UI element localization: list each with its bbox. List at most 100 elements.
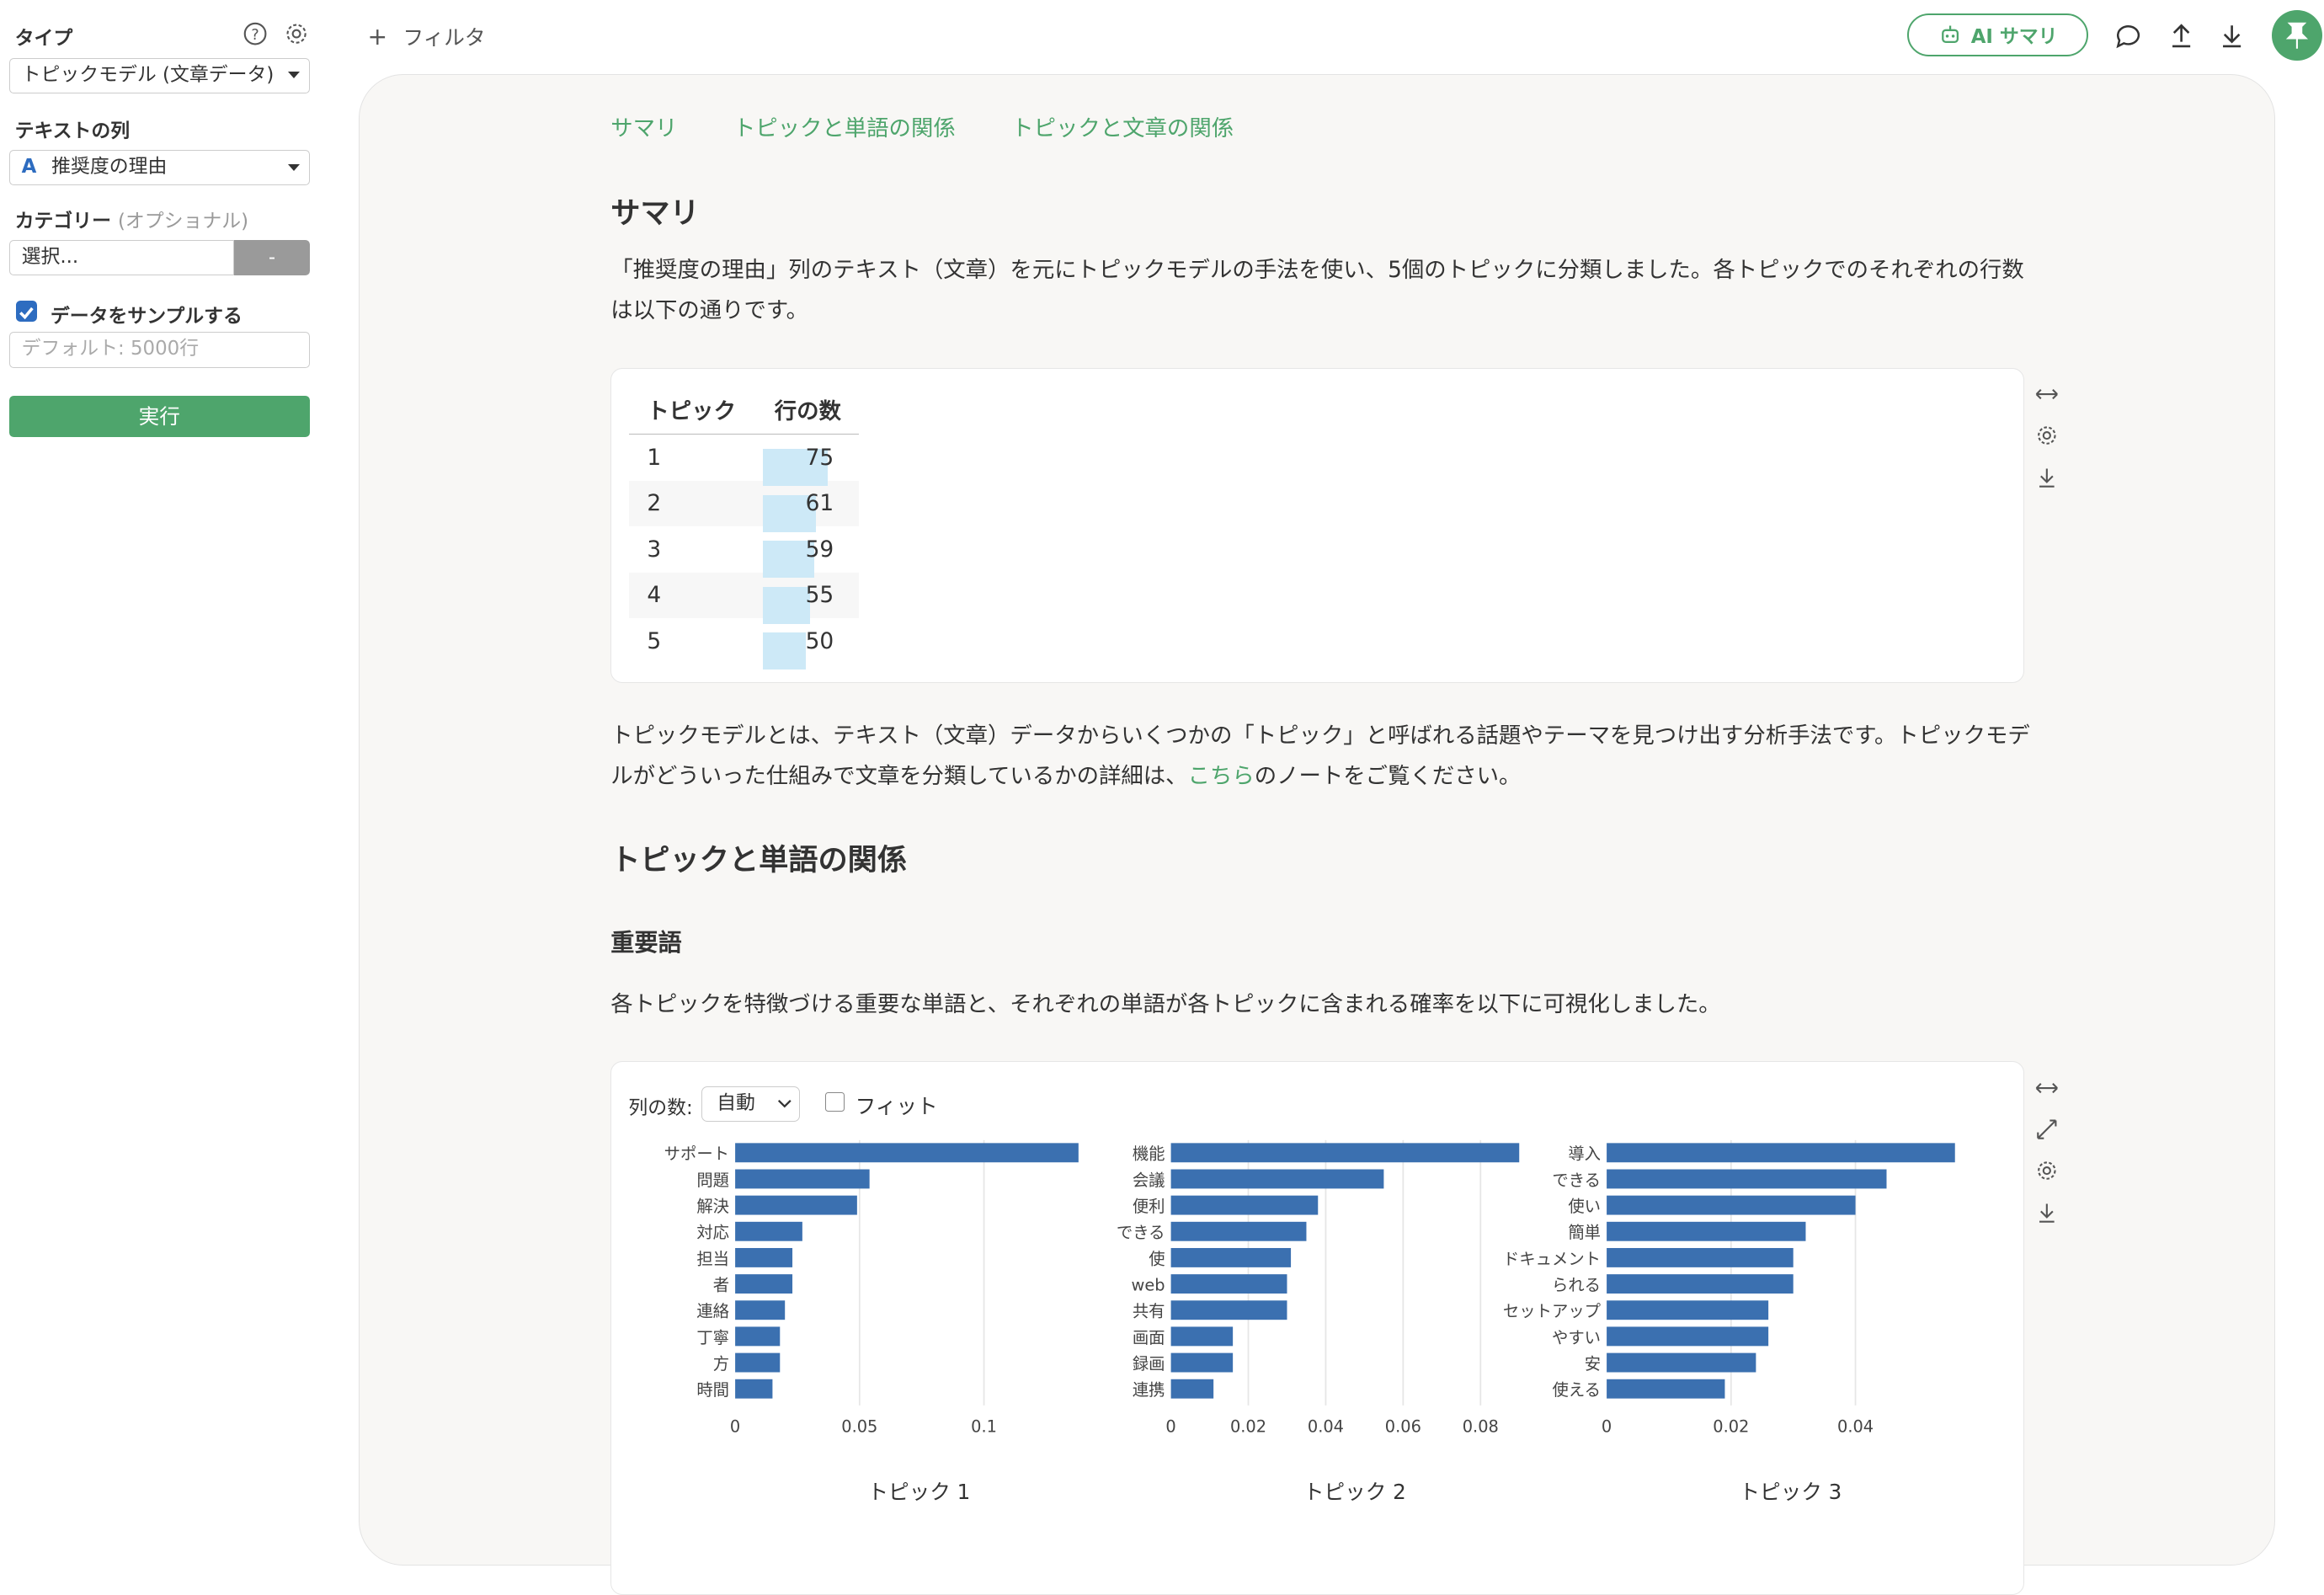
y-category-label: 連絡 (696, 1301, 729, 1320)
y-category-label: 対応 (696, 1223, 729, 1242)
important-words-charts: 0 0.05 0.1 サポート問題解決対応担当者連絡丁寧方時間トピック 1 0 0.02 0… (664, 1139, 1955, 1504)
table-row: 3 59 (629, 526, 859, 579)
y-category-label: 使 (1149, 1249, 1165, 1268)
bar (1607, 1352, 1756, 1373)
bar (735, 1195, 857, 1215)
pin-button[interactable] (2272, 10, 2323, 61)
table-tools (2034, 382, 2063, 507)
bar (1170, 1247, 1292, 1267)
category-clear-button[interactable]: - (234, 240, 310, 276)
count-cell: 61 (756, 480, 860, 532)
bar (735, 1221, 802, 1241)
settings-sidebar: タイプ ? トピックモデル (文章データ) テキストの列 A 推奨度の理由 カテ… (0, 0, 327, 1592)
bar (1607, 1300, 1769, 1320)
chevron-down-icon (288, 163, 301, 171)
y-category-label: 共有 (1133, 1301, 1165, 1320)
download-icon[interactable] (2217, 21, 2247, 51)
x-axis-title: トピック 3 (1739, 1480, 1842, 1504)
table-row: 4 55 (629, 572, 860, 624)
y-category-label: 使い (1568, 1197, 1601, 1216)
expand-width-icon[interactable] (2034, 382, 2060, 406)
sample-size-placeholder: デフォルト: 5000行 (21, 338, 200, 360)
y-category-label: 画面 (1133, 1328, 1165, 1347)
x-tick-label: 0.06 (1385, 1416, 1421, 1436)
download-icon[interactable] (2034, 1201, 2060, 1224)
y-category-label: 解決 (696, 1197, 729, 1216)
upload-icon[interactable] (2167, 21, 2196, 51)
text-column-label: テキストの列 (14, 120, 131, 142)
y-category-label: 会議 (1133, 1171, 1165, 1190)
tab-topic-document[interactable]: トピックと文章の関係 (1011, 115, 1234, 141)
important-words-heading: 重要語 (610, 928, 682, 957)
y-category-label: 丁寧 (696, 1328, 729, 1347)
y-category-label: web (1131, 1275, 1165, 1294)
topic-cell: 5 (647, 627, 662, 654)
help-icon[interactable]: ? (243, 22, 267, 45)
y-category-label: られる (1552, 1275, 1601, 1294)
category-label-text: カテゴリー (14, 210, 111, 232)
run-button[interactable]: 実行 (8, 395, 310, 438)
x-tick-label: 0.1 (971, 1416, 997, 1436)
fullscreen-icon[interactable] (2034, 1118, 2060, 1141)
y-category-label: 方 (713, 1354, 729, 1374)
tab-topic-word[interactable]: トピックと単語の関係 (733, 115, 956, 141)
topic-cell: 1 (647, 444, 662, 471)
bar (735, 1169, 870, 1189)
notebook-link[interactable]: こちら (1188, 763, 1255, 789)
gear-icon[interactable] (2034, 1159, 2060, 1182)
check-icon (19, 307, 35, 319)
sample-checkbox[interactable] (16, 301, 37, 322)
tab-summary[interactable]: サマリ (610, 115, 677, 141)
x-tick-label: 0.02 (1713, 1416, 1749, 1436)
x-axis-title: トピック 1 (867, 1480, 970, 1504)
y-category-label: 時間 (696, 1380, 729, 1400)
x-tick-label: 0.02 (1230, 1416, 1266, 1436)
ai-summary-button[interactable]: AI サマリ (1907, 13, 2089, 56)
sample-size-input[interactable]: デフォルト: 5000行 (8, 332, 310, 368)
bar (1170, 1169, 1384, 1189)
columns-select-value: 自動 (717, 1092, 755, 1115)
bar (1607, 1379, 1725, 1399)
table-row: 2 61 (629, 480, 860, 532)
column-header-count[interactable]: 行の数 (756, 383, 860, 435)
bar (735, 1379, 773, 1399)
count-value: 61 (805, 490, 834, 517)
y-category-label: できる (1552, 1171, 1601, 1190)
bar (735, 1143, 1079, 1162)
bar (1607, 1169, 1887, 1189)
bar (1607, 1273, 1794, 1294)
download-icon[interactable] (2034, 466, 2060, 489)
y-category-label: 録画 (1133, 1354, 1165, 1374)
columns-select[interactable]: 自動 (701, 1086, 801, 1123)
bar (1170, 1195, 1319, 1215)
fit-label: フィット (855, 1093, 938, 1118)
x-tick-label: 0.04 (1837, 1416, 1874, 1436)
type-label: タイプ (14, 28, 73, 51)
topic-count-table-card: トピック 行の数 1 75 2 61 3 59 4 55 5 50 (610, 367, 2025, 684)
count-value: 50 (805, 627, 834, 654)
topic-count-table: トピック 行の数 1 75 2 61 3 59 4 55 5 50 (629, 383, 860, 670)
expand-width-icon[interactable] (2034, 1076, 2060, 1100)
gear-icon[interactable] (285, 22, 308, 45)
text-column-value: 推奨度の理由 (51, 155, 168, 178)
topic-model-explanation: トピックモデルとは、テキスト（文章）データからいくつかの「トピック」と呼ばれる話… (610, 716, 2034, 796)
fit-checkbox[interactable] (825, 1092, 845, 1112)
add-filter-button[interactable]: + フィルタ (368, 21, 486, 51)
topic-cell: 4 (629, 572, 757, 619)
bar (735, 1300, 786, 1320)
category-placeholder: 選択... (21, 246, 79, 269)
pin-icon (2286, 23, 2309, 50)
bar (1607, 1221, 1806, 1241)
category-select[interactable]: 選択... (8, 240, 235, 276)
type-select[interactable]: トピックモデル (文章データ) (8, 57, 310, 93)
bar (1170, 1352, 1234, 1373)
bar (1607, 1247, 1794, 1267)
column-header-topic[interactable]: トピック (629, 383, 757, 435)
count-value: 75 (805, 444, 834, 471)
type-select-value: トピックモデル (文章データ) (21, 63, 275, 86)
text-column-select[interactable]: A 推奨度の理由 (8, 149, 310, 185)
gear-icon[interactable] (2034, 424, 2060, 447)
bar (1607, 1326, 1769, 1347)
comment-icon[interactable] (2113, 21, 2143, 51)
x-tick-label: 0 (1165, 1416, 1175, 1436)
